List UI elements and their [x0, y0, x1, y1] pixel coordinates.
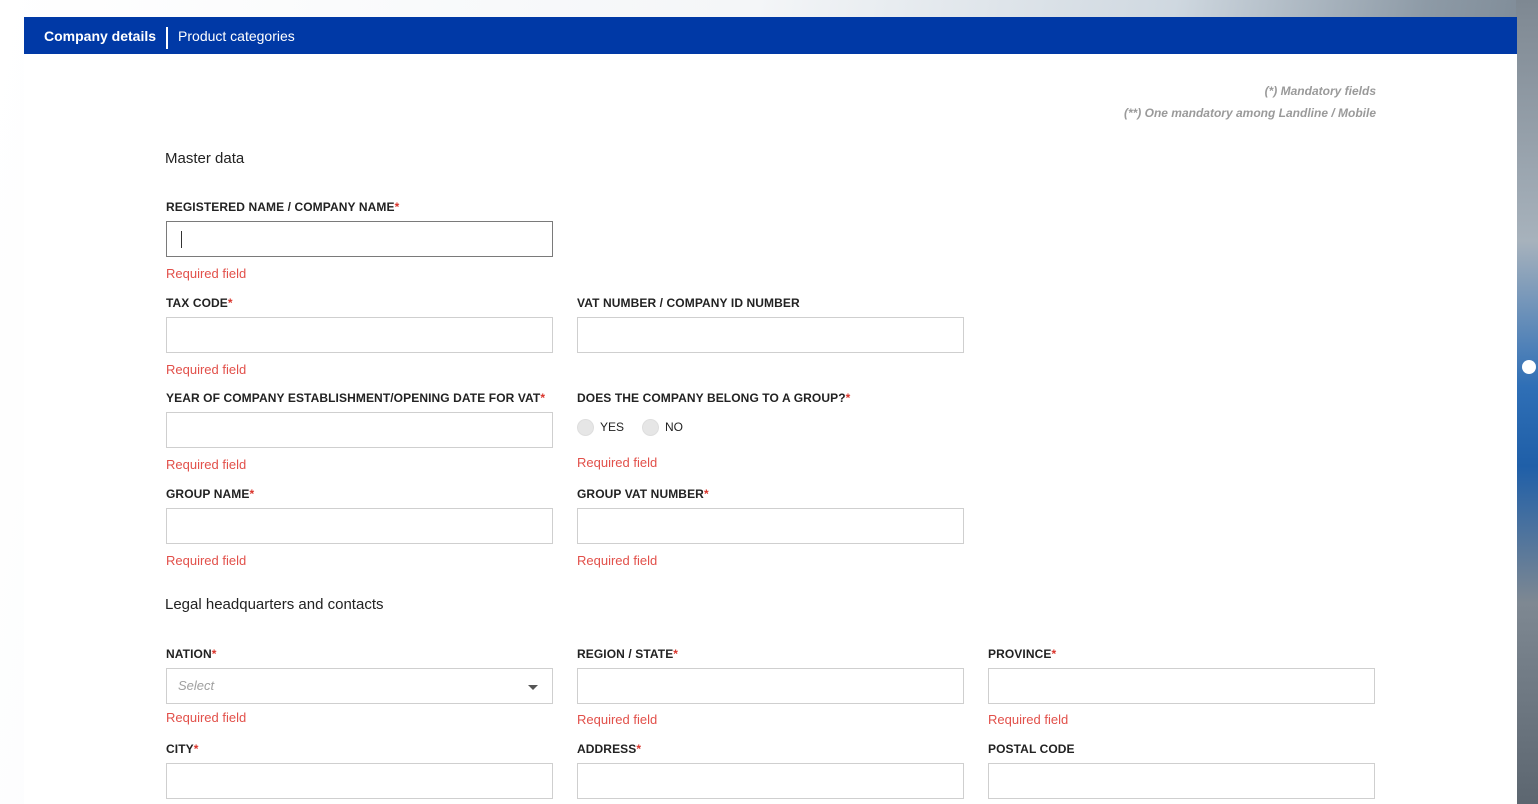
radio-no[interactable]: NO	[642, 418, 684, 436]
group-radio-group: YES NO	[577, 412, 964, 442]
field-label: GROUP VAT NUMBER	[577, 487, 704, 501]
field-establishment-year: YEAR OF COMPANY ESTABLISHMENT/OPENING DA…	[166, 390, 553, 473]
radio-circle[interactable]	[642, 418, 660, 436]
field-label: REGION / STATE	[577, 647, 674, 661]
field-belongs-group: DOES THE COMPANY BELONG TO A GROUP?* YES…	[577, 390, 964, 471]
establishment-year-input[interactable]	[166, 412, 553, 448]
field-vat-number: VAT NUMBER / COMPANY ID NUMBER	[577, 295, 964, 353]
error-message: Required field	[166, 553, 247, 568]
field-group-name: GROUP NAME* Required field	[166, 486, 553, 569]
field-label: YEAR OF COMPANY ESTABLISHMENT/OPENING DA…	[166, 391, 541, 405]
field-city: CITY*	[166, 741, 553, 799]
required-asterisk: *	[636, 742, 642, 756]
text-caret	[181, 231, 182, 248]
field-label: ADDRESS	[577, 742, 637, 756]
field-label: DOES THE COMPANY BELONG TO A GROUP?	[577, 391, 846, 405]
tax-code-input[interactable]	[166, 317, 553, 353]
field-label: CITY	[166, 742, 194, 756]
field-address: ADDRESS*	[577, 741, 964, 799]
nation-select[interactable]: Select	[166, 668, 553, 704]
field-label: TAX CODE	[166, 296, 228, 310]
required-asterisk: *	[1051, 647, 1057, 661]
group-name-input[interactable]	[166, 508, 553, 544]
field-label: PROVINCE	[988, 647, 1052, 661]
required-asterisk: *	[845, 391, 851, 405]
required-asterisk: *	[394, 200, 400, 214]
tab-bar: Company details Product categories	[24, 17, 1517, 54]
region-input[interactable]	[577, 668, 964, 704]
tab-product-categories[interactable]: Product categories	[168, 17, 295, 54]
required-asterisk: *	[673, 647, 679, 661]
postal-code-input[interactable]	[988, 763, 1375, 799]
required-asterisk: *	[540, 391, 546, 405]
field-label: POSTAL CODE	[988, 742, 1075, 756]
required-asterisk: *	[211, 647, 217, 661]
field-tax-code: TAX CODE* Required field	[166, 295, 553, 378]
error-message: Required field	[577, 455, 658, 470]
one-mandatory-note: (**) One mandatory among Landline / Mobi…	[1123, 106, 1376, 120]
field-registered-name: REGISTERED NAME / COMPANY NAME* Required…	[166, 199, 553, 282]
address-input[interactable]	[577, 763, 964, 799]
field-province: PROVINCE* Required field	[988, 646, 1375, 728]
vat-number-input[interactable]	[577, 317, 964, 353]
background-decoration	[1522, 360, 1536, 374]
error-message: Required field	[577, 553, 658, 568]
section-title-master-data: Master data	[165, 150, 245, 167]
field-label: VAT NUMBER / COMPANY ID NUMBER	[577, 296, 800, 310]
chevron-down-icon	[528, 685, 538, 690]
mandatory-notes: (*) Mandatory fields (**) One mandatory …	[1124, 80, 1376, 124]
field-label: NATION	[166, 647, 212, 661]
group-vat-input[interactable]	[577, 508, 964, 544]
registered-name-input[interactable]	[166, 221, 553, 257]
section-title-legal-hq: Legal headquarters and contacts	[165, 596, 384, 613]
error-message: Required field	[577, 712, 658, 727]
radio-label-no: NO	[665, 420, 684, 434]
radio-label-yes: YES	[600, 420, 625, 434]
field-nation: NATION* Select Required field	[166, 646, 553, 726]
form-panel: (*) Mandatory fields (**) One mandatory …	[24, 54, 1517, 804]
field-region: REGION / STATE* Required field	[577, 646, 964, 728]
field-postal-code: POSTAL CODE	[988, 741, 1375, 799]
error-message: Required field	[166, 266, 247, 281]
error-message: Required field	[166, 710, 247, 725]
radio-yes[interactable]: YES	[577, 418, 625, 436]
required-asterisk: *	[249, 487, 255, 501]
error-message: Required field	[166, 362, 247, 377]
background-image-strip	[1516, 0, 1538, 804]
error-message: Required field	[988, 712, 1069, 727]
city-input[interactable]	[166, 763, 553, 799]
field-label: GROUP NAME	[166, 487, 250, 501]
field-label: REGISTERED NAME / COMPANY NAME	[166, 200, 395, 214]
province-input[interactable]	[988, 668, 1375, 704]
error-message: Required field	[166, 457, 247, 472]
radio-circle[interactable]	[577, 418, 594, 436]
tab-company-details[interactable]: Company details	[24, 17, 166, 54]
field-group-vat: GROUP VAT NUMBER* Required field	[577, 486, 964, 569]
required-asterisk: *	[193, 742, 199, 756]
required-asterisk: *	[703, 487, 709, 501]
required-asterisk: *	[227, 296, 233, 310]
mandatory-fields-note: (*) Mandatory fields	[1264, 84, 1376, 98]
select-placeholder: Select	[178, 678, 215, 693]
